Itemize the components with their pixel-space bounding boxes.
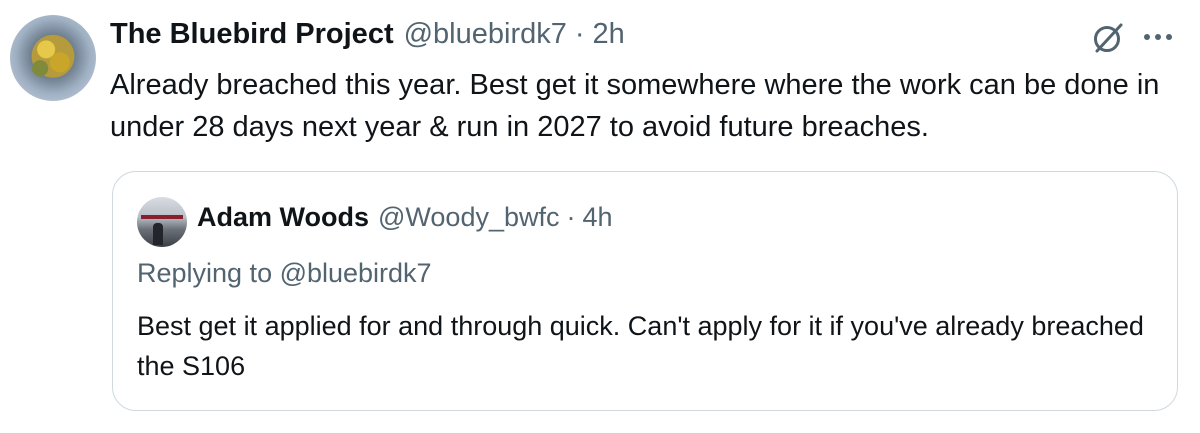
quoted-header: Adam Woods @Woody_bwfc · 4h xyxy=(197,202,613,236)
replying-to: Replying to @bluebirdk7 xyxy=(137,258,432,288)
quoted-separator-dot: · xyxy=(566,202,576,232)
quoted-avatar[interactable] xyxy=(137,197,187,247)
separator-dot: · xyxy=(574,18,585,50)
handle[interactable]: @bluebirdk7 xyxy=(404,18,567,51)
quoted-display-name[interactable]: Adam Woods xyxy=(197,202,369,233)
quoted-tweet[interactable]: Adam Woods @Woody_bwfc · 4h Replying to … xyxy=(112,171,1178,411)
grok-icon[interactable] xyxy=(1090,20,1126,56)
tweet-text: Already breached this year. Best get it … xyxy=(110,69,1160,143)
tweet-header: The Bluebird Project @bluebirdk7 · 2h xyxy=(110,18,625,52)
quoted-timestamp[interactable]: 4h xyxy=(583,202,613,233)
quoted-handle[interactable]: @Woody_bwfc xyxy=(378,202,560,233)
quoted-text: Best get it applied for and through quic… xyxy=(137,311,1144,381)
display-name[interactable]: The Bluebird Project xyxy=(110,18,394,51)
timestamp[interactable]: 2h xyxy=(593,18,625,51)
more-icon[interactable] xyxy=(1138,22,1178,52)
avatar[interactable] xyxy=(10,15,96,101)
tweet[interactable]: The Bluebird Project @bluebirdk7 · 2h Al… xyxy=(0,0,1200,433)
